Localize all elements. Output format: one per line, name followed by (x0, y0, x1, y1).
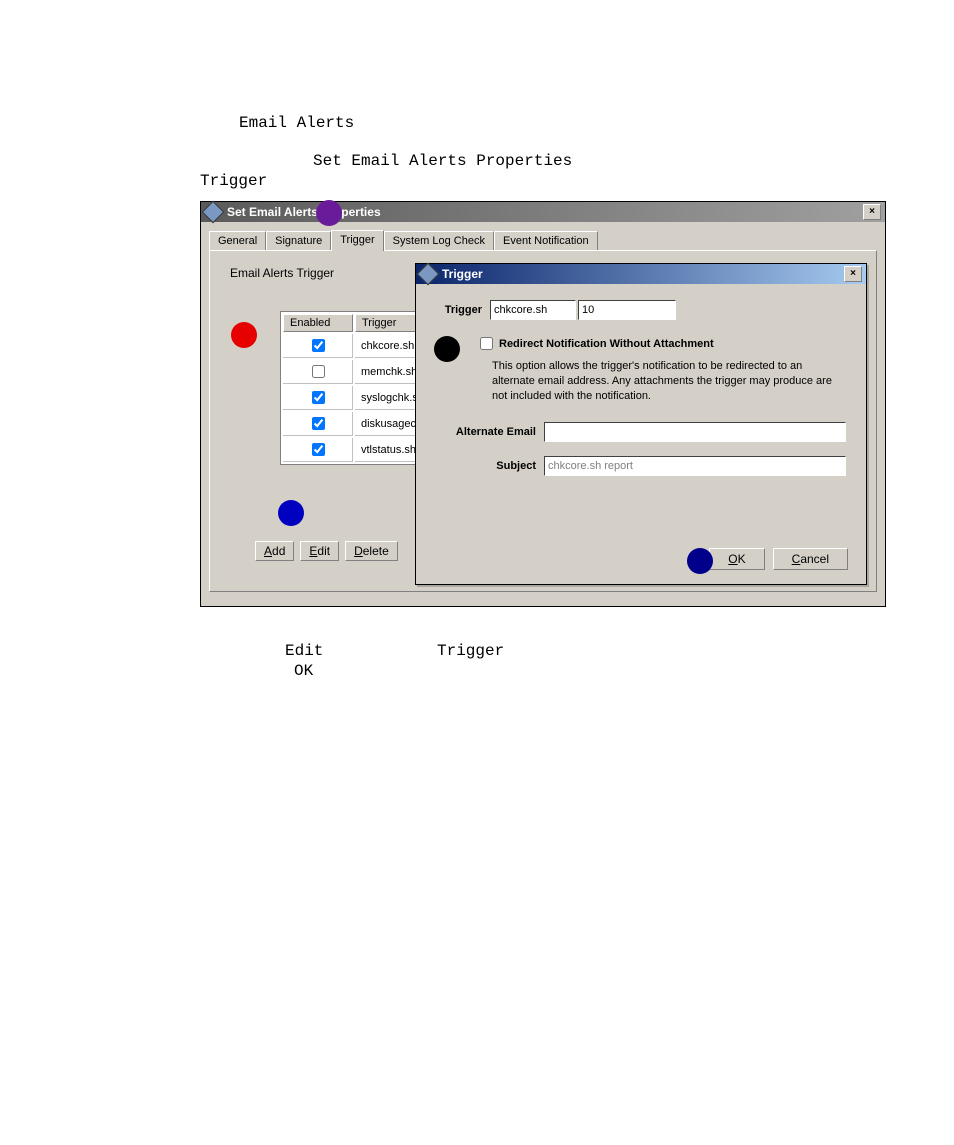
edit-button[interactable]: Edit (300, 541, 339, 561)
purple-dot-icon (316, 200, 342, 226)
app-icon (417, 263, 440, 286)
delete-button[interactable]: Delete (345, 541, 398, 561)
navy-dot-icon (687, 548, 713, 574)
close-icon[interactable]: × (863, 204, 881, 220)
row4-enabled[interactable] (312, 443, 325, 456)
redirect-label: Redirect Notification Without Attachment (499, 338, 714, 350)
close-icon[interactable]: × (844, 266, 862, 282)
doc-text-set-props: Set Email Alerts Properties (313, 152, 572, 170)
col-enabled[interactable]: Enabled (283, 314, 353, 332)
inner-title: Trigger (442, 267, 483, 281)
trigger-dialog: Trigger × Trigger Redirect Notification … (415, 263, 867, 585)
ok-button[interactable]: OK (709, 548, 764, 570)
row3-enabled[interactable] (312, 417, 325, 430)
doc-text-edit: Edit (285, 642, 323, 660)
row1-enabled[interactable] (312, 365, 325, 378)
outer-title: Set Email Alerts Properties (227, 205, 381, 219)
cancel-button[interactable]: Cancel (773, 548, 848, 570)
redirect-description: This option allows the trigger's notific… (492, 359, 846, 404)
doc-text-email-alerts: Email Alerts (239, 114, 354, 132)
tab-event-notification[interactable]: Event Notification (494, 231, 598, 250)
row0-enabled[interactable] (312, 339, 325, 352)
tab-signature[interactable]: Signature (266, 231, 331, 250)
black-dot-icon (434, 336, 460, 362)
subject-label: Subject (436, 460, 536, 472)
trigger-arg-input[interactable] (578, 300, 676, 320)
redirect-checkbox[interactable] (480, 337, 493, 350)
inner-titlebar[interactable]: Trigger × (416, 264, 866, 284)
doc-text-trigger2: Trigger (437, 642, 504, 660)
outer-titlebar[interactable]: Set Email Alerts Properties × (201, 202, 885, 222)
add-button[interactable]: Add (255, 541, 294, 561)
app-icon (202, 201, 225, 224)
table-buttons: Add Edit Delete (255, 541, 398, 561)
tab-general[interactable]: General (209, 231, 266, 250)
doc-text-ok: OK (294, 662, 313, 680)
doc-text-trigger: Trigger (200, 172, 267, 190)
row2-enabled[interactable] (312, 391, 325, 404)
trigger-label: Trigger (436, 304, 482, 316)
alternate-email-input[interactable] (544, 422, 846, 442)
red-dot-icon (231, 322, 257, 348)
blue-dot-icon (278, 500, 304, 526)
tab-trigger[interactable]: Trigger (331, 230, 383, 251)
trigger-script-input[interactable] (490, 300, 576, 320)
tabs: General Signature Trigger System Log Che… (201, 222, 885, 250)
alternate-email-label: Alternate Email (436, 426, 536, 438)
section-label: Email Alerts Trigger (230, 266, 334, 280)
tab-system-log-check[interactable]: System Log Check (384, 231, 494, 250)
subject-input[interactable] (544, 456, 846, 476)
